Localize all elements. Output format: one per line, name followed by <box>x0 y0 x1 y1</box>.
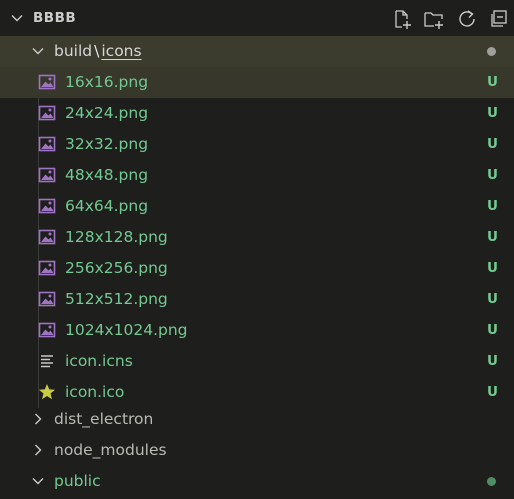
file-name: 64x64.png <box>65 197 149 215</box>
file-name: 512x512.png <box>65 290 168 308</box>
file-name: icon.ico <box>65 383 125 401</box>
new-file-icon <box>395 10 411 29</box>
folder-node-modules[interactable]: node_modules <box>0 435 514 466</box>
untracked-badge: U <box>487 229 498 245</box>
path-separator: \ <box>94 42 100 60</box>
untracked-badge: U <box>487 384 498 400</box>
explorer-panel: BBBB build \ icons 16x16.png U 24x24.png… <box>0 0 514 499</box>
refresh-icon <box>459 10 475 27</box>
untracked-badge: U <box>487 353 498 369</box>
file-row[interactable]: 16x16.png U <box>0 67 514 98</box>
untracked-badge: U <box>487 105 498 121</box>
untracked-badge: U <box>487 291 498 307</box>
untracked-badge: U <box>487 74 498 90</box>
file-name: 256x256.png <box>65 259 168 277</box>
file-name: icon.icns <box>65 352 133 370</box>
chevron-right-icon <box>35 444 42 456</box>
untracked-badge: U <box>487 136 498 152</box>
untracked-badge: U <box>487 260 498 276</box>
folder-public[interactable]: public <box>0 466 514 497</box>
folder-label: public <box>54 472 101 490</box>
explorer-header[interactable]: BBBB <box>0 0 514 36</box>
chevron-down-icon[interactable] <box>10 11 24 25</box>
file-row[interactable]: 1024x1024.png U <box>0 315 514 346</box>
new-file-button[interactable] <box>391 8 413 30</box>
image-file-icon <box>38 321 56 339</box>
collapse-all-button[interactable] <box>488 8 510 30</box>
file-row[interactable]: icon.icns U <box>0 346 514 377</box>
folder-name-build[interactable]: build <box>54 42 92 60</box>
image-file-icon <box>38 166 56 184</box>
untracked-dot <box>487 477 496 486</box>
new-folder-button[interactable] <box>423 8 445 30</box>
image-file-icon <box>38 197 56 215</box>
folder-label: build \ icons <box>54 41 142 61</box>
file-row[interactable]: 128x128.png U <box>0 222 514 253</box>
chevron-right-icon <box>35 413 42 425</box>
text-file-icon <box>38 352 56 370</box>
folder-build-icons[interactable]: build \ icons <box>0 36 514 67</box>
modified-dot <box>487 47 496 56</box>
file-row[interactable]: 512x512.png U <box>0 284 514 315</box>
file-row[interactable]: 64x64.png U <box>0 191 514 222</box>
chevron-down-icon <box>32 478 44 485</box>
untracked-badge: U <box>487 198 498 214</box>
file-name: 32x32.png <box>65 135 149 153</box>
file-name: 24x24.png <box>65 104 149 122</box>
file-name: 1024x1024.png <box>65 321 188 339</box>
file-name: 128x128.png <box>65 228 168 246</box>
file-row[interactable]: 48x48.png U <box>0 160 514 191</box>
folder-label: dist_electron <box>54 410 154 428</box>
image-file-icon <box>38 104 56 122</box>
file-row[interactable]: 256x256.png U <box>0 253 514 284</box>
folder-name-icons[interactable]: icons <box>101 42 141 60</box>
file-row[interactable]: 32x32.png U <box>0 129 514 160</box>
image-file-icon <box>38 135 56 153</box>
image-file-icon <box>38 73 56 91</box>
workspace-title: BBBB <box>33 10 77 26</box>
collapse-all-icon <box>491 10 507 27</box>
untracked-badge: U <box>487 322 498 338</box>
star-file-icon <box>38 383 56 401</box>
file-row[interactable]: 24x24.png U <box>0 98 514 129</box>
folder-label: node_modules <box>54 441 167 459</box>
file-name: 48x48.png <box>65 166 149 184</box>
new-folder-icon <box>424 12 443 29</box>
image-file-icon <box>38 259 56 277</box>
refresh-button[interactable] <box>456 8 478 30</box>
image-file-icon <box>38 290 56 308</box>
folder-dist-electron[interactable]: dist_electron <box>0 404 514 435</box>
chevron-down-icon <box>32 48 44 55</box>
file-name: 16x16.png <box>65 73 149 91</box>
untracked-badge: U <box>487 167 498 183</box>
image-file-icon <box>38 228 56 246</box>
